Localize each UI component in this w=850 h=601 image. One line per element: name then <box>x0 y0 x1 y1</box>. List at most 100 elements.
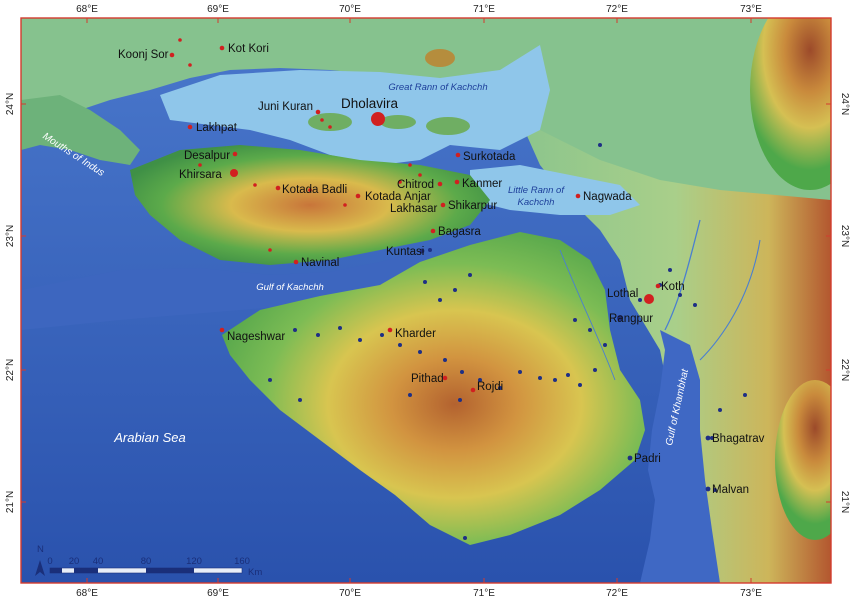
site-dot <box>693 303 697 307</box>
site-dot <box>718 408 722 412</box>
navinal-label: Navinal <box>301 257 339 269</box>
bagasra-marker <box>430 228 436 234</box>
site-dot <box>588 328 592 332</box>
lat-label-right-24: 24°N <box>839 93 850 115</box>
site-dot <box>268 248 272 252</box>
koonj-sor-marker <box>169 52 175 58</box>
scale-seg <box>50 568 62 573</box>
lat-label-right-22: 22°N <box>839 359 850 381</box>
site-dot <box>578 383 582 387</box>
kot-kori-marker <box>219 45 225 51</box>
site-dot <box>343 203 347 207</box>
padri-marker <box>627 455 633 461</box>
rann-island-4 <box>425 49 455 67</box>
bhagatrav-label: Bhagatrav <box>712 433 765 445</box>
site-dot <box>443 358 447 362</box>
surkotada-label: Surkotada <box>463 151 516 163</box>
nagwada-label: Nagwada <box>583 191 632 203</box>
gulf-kachchh-label: Gulf of Kachchh <box>256 282 324 293</box>
site-dot <box>188 63 192 67</box>
site-dot <box>743 393 747 397</box>
lon-label-bottom-69: 69°E <box>207 588 229 599</box>
site-dot <box>253 183 257 187</box>
site-dot <box>458 398 462 402</box>
lon-label-top-70: 70°E <box>339 4 361 15</box>
nagwada-marker <box>575 193 581 199</box>
lakhpat-marker <box>187 124 193 130</box>
little-rann-label-line2: Kachchh <box>518 197 555 208</box>
kotada-anjar-label: Kotada Anjar <box>365 191 431 203</box>
scale-tick-120: 120 <box>186 556 202 567</box>
lothal-label: Lothal <box>607 288 638 300</box>
khirsara-marker <box>230 169 238 177</box>
site-dot <box>428 248 432 252</box>
malvan-label: Malvan <box>712 484 749 496</box>
lakhpat-label: Lakhpat <box>196 122 238 134</box>
site-dot <box>316 333 320 337</box>
dholavira-marker <box>371 112 385 126</box>
rojdi-marker <box>470 387 476 393</box>
kotada-badli-marker <box>275 185 281 191</box>
koth-label: Koth <box>661 281 685 293</box>
scale-tick-20: 20 <box>69 556 80 567</box>
rann-island-2 <box>380 115 416 129</box>
chitrod-label: Chitrod <box>397 179 434 191</box>
scale-tick-40: 40 <box>93 556 104 567</box>
lon-label-bottom-72: 72°E <box>606 588 628 599</box>
scale-tick-80: 80 <box>141 556 152 567</box>
scale-tick-160: 160 <box>234 556 250 567</box>
site-dot <box>638 298 642 302</box>
kharder-label: Kharder <box>395 328 436 340</box>
site-dot <box>468 273 472 277</box>
scale-unit: Km <box>248 567 262 578</box>
lon-label-top-69: 69°E <box>207 4 229 15</box>
kotada-anjar-marker <box>355 193 361 199</box>
kotada-badli-label: Kotada Badli <box>282 184 347 196</box>
site-dot <box>328 125 332 129</box>
site-dot <box>668 268 672 272</box>
site-dot <box>453 288 457 292</box>
site-dot <box>298 398 302 402</box>
lat-label-right-23: 23°N <box>839 225 850 247</box>
lat-label-right-21: 21°N <box>839 491 850 513</box>
shikarpur-marker <box>440 202 446 208</box>
site-dot <box>268 378 272 382</box>
site-dot <box>293 328 297 332</box>
site-dot <box>423 280 427 284</box>
site-dot <box>460 370 464 374</box>
rann-island-3 <box>426 117 470 135</box>
lakhasar-label: Lakhasar <box>390 203 437 215</box>
lon-label-bottom-73: 73°E <box>740 588 762 599</box>
koth-marker <box>655 283 661 289</box>
site-dot <box>593 368 597 372</box>
site-dot <box>538 376 542 380</box>
padri-label: Padri <box>634 453 661 465</box>
site-dot <box>320 118 324 122</box>
khirsara-label: Khirsara <box>179 169 222 181</box>
site-dot <box>678 293 682 297</box>
site-dot <box>358 338 362 342</box>
site-dot <box>380 333 384 337</box>
lon-label-top-68: 68°E <box>76 4 98 15</box>
site-dot <box>198 163 202 167</box>
dholavira-label: Dholavira <box>341 96 399 111</box>
lat-label-left-22: 22°N <box>5 359 16 381</box>
lat-label-left-24: 24°N <box>5 93 16 115</box>
lon-label-top-71: 71°E <box>473 4 495 15</box>
scale-seg <box>62 568 74 573</box>
pithad-label: Pithad <box>411 373 444 385</box>
kanmer-marker <box>454 179 460 185</box>
site-dot <box>408 163 412 167</box>
site-dot <box>398 343 402 347</box>
navinal-marker <box>293 259 299 265</box>
nageshwar-marker <box>219 327 225 333</box>
site-dot <box>603 343 607 347</box>
site-dot <box>338 326 342 330</box>
kharder-marker <box>387 327 393 333</box>
site-dot <box>518 370 522 374</box>
site-dot <box>463 536 467 540</box>
site-dot <box>418 350 422 354</box>
scale-seg <box>146 568 194 573</box>
juni-kuran-marker <box>315 109 321 115</box>
great-rann-label: Great Rann of Kachchh <box>388 82 487 93</box>
